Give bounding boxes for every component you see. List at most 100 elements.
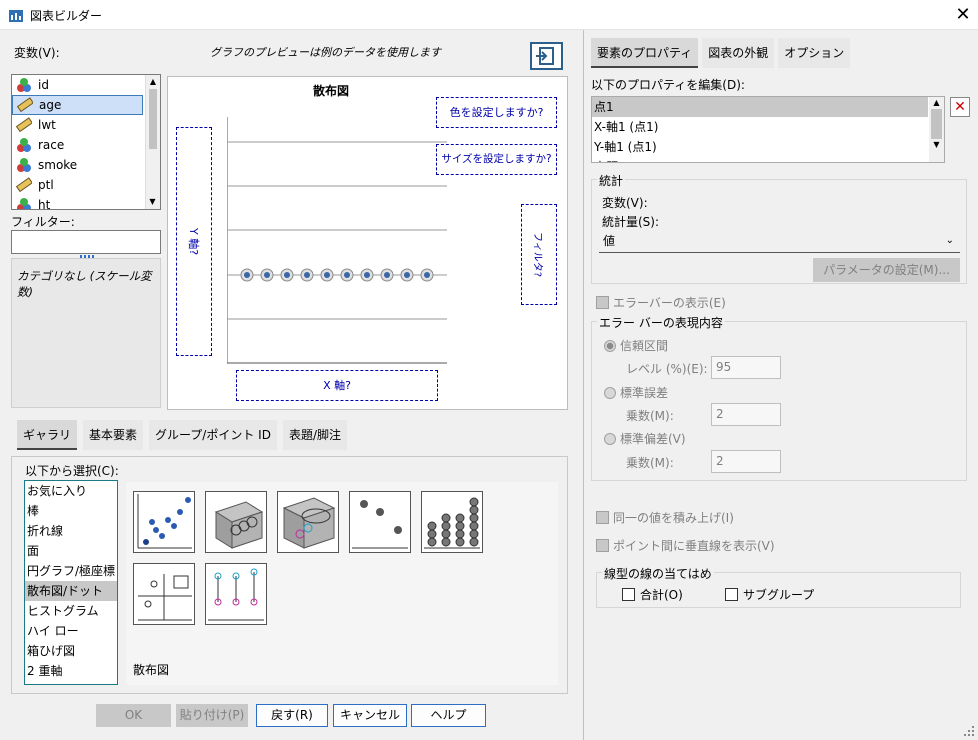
- grouped-scatter-thumb[interactable]: [349, 491, 411, 553]
- sd-multiplier-input[interactable]: 2: [711, 450, 781, 473]
- choose-label: 以下から選択(C):: [25, 464, 119, 478]
- variable-item[interactable]: ptl: [12, 175, 143, 195]
- properties-tab[interactable]: オプション: [778, 38, 851, 68]
- chart-type-item[interactable]: 円グラフ/極座標: [25, 561, 117, 581]
- variable-scrollbar[interactable]: ▲ ▼: [145, 75, 160, 209]
- property-item[interactable]: 点1: [592, 97, 928, 117]
- sd-radio[interactable]: [604, 433, 616, 445]
- chart-type-item[interactable]: 散布図/ドット: [25, 581, 117, 601]
- nominal-icon: [16, 137, 32, 153]
- property-item[interactable]: X-軸1 (点1): [592, 117, 928, 137]
- subgroup-checkbox[interactable]: [725, 588, 738, 601]
- variable-item[interactable]: id: [12, 75, 143, 95]
- variable-item[interactable]: race: [12, 135, 143, 155]
- chart-type-item[interactable]: 折れ線: [25, 521, 117, 541]
- stack-label: 同一の値を積み上げ(I): [613, 511, 734, 525]
- gallery-tab[interactable]: 基本要素: [83, 420, 144, 450]
- ci-label: 信頼区間: [620, 339, 669, 353]
- set-parameters-button[interactable]: パラメータの設定(M)...: [813, 258, 960, 282]
- drop-line-icon: [208, 568, 264, 621]
- detach-preview-button[interactable]: [530, 42, 563, 70]
- resize-grip-icon[interactable]: [963, 725, 975, 737]
- level-input[interactable]: 95: [711, 356, 781, 379]
- chart-type-list[interactable]: お気に入り棒折れ線面円グラフ/極座標 散布図/ドット ヒストグラム ハイ ロー 箱ひげ図…: [24, 480, 118, 685]
- preview-point-core: [284, 272, 290, 278]
- properties-list[interactable]: 点1X-軸1 (点1)Y-軸1 (点1)表題 1 ▲ ▼: [591, 96, 945, 163]
- statistics-group-title: 統計: [597, 172, 626, 189]
- statistic-select[interactable]: 値 ⌄: [599, 231, 960, 253]
- preview-point-core: [364, 272, 370, 278]
- help-button[interactable]: ヘルプ: [411, 704, 486, 727]
- errorbar-checkbox[interactable]: [596, 296, 609, 309]
- chart-type-item[interactable]: 棒: [25, 501, 117, 521]
- variable-name: lwt: [38, 118, 56, 132]
- simple-scatter-thumb[interactable]: [133, 491, 195, 553]
- variable-name: smoke: [38, 158, 78, 172]
- total-label: 合計(O): [640, 588, 683, 602]
- preview-note: グラフのプレビューは例のデータを使用します: [210, 46, 441, 59]
- property-item[interactable]: 表題 1: [592, 157, 928, 162]
- gallery-panel: 以下から選択(C): お気に入り棒折れ線面円グラフ/極座標 散布図/ドット ヒストグ…: [11, 456, 568, 694]
- gallery-tab[interactable]: ギャラリ: [17, 420, 78, 450]
- color-zone-label: 色を設定しますか?: [449, 106, 544, 119]
- grouped-scatter-icon: [352, 500, 408, 549]
- variable-item[interactable]: age: [12, 95, 143, 115]
- variable-name: age: [39, 98, 62, 112]
- chart-type-item[interactable]: 2 重軸: [25, 661, 117, 681]
- gallery-tab[interactable]: グループ/ポイント ID: [149, 420, 277, 450]
- ci-radio[interactable]: [604, 340, 616, 352]
- chart-type-item[interactable]: 面: [25, 541, 117, 561]
- filter-drop-zone[interactable]: フィルタ?: [521, 204, 557, 305]
- se-label: 標準誤差: [620, 386, 669, 400]
- total-checkbox[interactable]: [622, 588, 635, 601]
- chart-type-item[interactable]: 箱ひげ図: [25, 641, 117, 661]
- se-radio[interactable]: [604, 387, 616, 399]
- scatter-matrix-thumb[interactable]: [133, 563, 195, 625]
- se-multiplier-label: 乗数(M):: [626, 409, 674, 423]
- se-multiplier-input[interactable]: 2: [711, 403, 781, 426]
- x-axis-drop-zone[interactable]: X 軸?: [236, 370, 438, 401]
- preview-point-core: [264, 272, 270, 278]
- property-item[interactable]: Y-軸1 (点1): [592, 137, 928, 157]
- summary-scatter-thumb[interactable]: [277, 491, 339, 553]
- variable-item[interactable]: ht: [12, 195, 143, 209]
- size-drop-zone[interactable]: サイズを設定しますか?: [436, 144, 557, 175]
- category-note: カテゴリなし (スケール変数): [17, 269, 152, 299]
- properties-tab[interactable]: 図表の外観: [702, 38, 775, 68]
- dot-plot-thumb[interactable]: [421, 491, 483, 553]
- stack-checkbox[interactable]: [596, 511, 609, 524]
- ok-button[interactable]: OK: [96, 704, 171, 727]
- dropline-checkbox[interactable]: [596, 539, 609, 552]
- chart-type-item[interactable]: ハイ ロー: [25, 621, 117, 641]
- fit-line-group-title: 線型の線の当てはめ: [602, 565, 714, 582]
- drop-line-thumb[interactable]: [205, 563, 267, 625]
- paste-button[interactable]: 貼り付け(P): [176, 704, 248, 727]
- errorbar-label: エラーバーの表示(E): [613, 296, 726, 310]
- reset-button[interactable]: 戻す(R): [256, 704, 328, 727]
- level-label: レベル (%)(E):: [626, 362, 708, 376]
- filter-input[interactable]: [11, 230, 161, 254]
- x-zone-label: X 軸?: [323, 379, 351, 392]
- properties-tab[interactable]: 要素のプロパティ: [591, 38, 699, 68]
- variables-label: 変数(V):: [14, 46, 60, 60]
- popout-icon: [536, 47, 554, 65]
- chart-builder-icon: [9, 10, 23, 22]
- variable-name: race: [38, 138, 65, 152]
- variable-item[interactable]: lwt: [12, 115, 143, 135]
- variable-item[interactable]: smoke: [12, 155, 143, 175]
- properties-scrollbar[interactable]: ▲ ▼: [929, 97, 944, 162]
- close-icon[interactable]: ✕: [950, 4, 976, 26]
- y-axis-drop-zone[interactable]: Y 軸?: [176, 127, 212, 356]
- delete-icon[interactable]: ✕: [950, 97, 970, 117]
- chart-type-item[interactable]: お気に入り: [25, 481, 117, 501]
- scale-icon: [16, 177, 32, 193]
- cancel-button[interactable]: キャンセル: [333, 704, 407, 727]
- chart-preview-canvas[interactable]: 散布図 色を設定しますか? サイズを設定しますか? Y 軸? フィルタ? X 軸…: [167, 76, 568, 410]
- title-bar: 図表ビルダー ✕: [0, 0, 978, 30]
- gallery-tab[interactable]: 表題/脚注: [282, 420, 347, 450]
- color-drop-zone[interactable]: 色を設定しますか?: [436, 97, 557, 128]
- pane-divider[interactable]: [583, 30, 584, 740]
- 3d-scatter-thumb[interactable]: [205, 491, 267, 553]
- variable-list[interactable]: id age lwt race smoke ptl ht ▲ ▼: [11, 74, 161, 210]
- chart-type-item[interactable]: ヒストグラム: [25, 601, 117, 621]
